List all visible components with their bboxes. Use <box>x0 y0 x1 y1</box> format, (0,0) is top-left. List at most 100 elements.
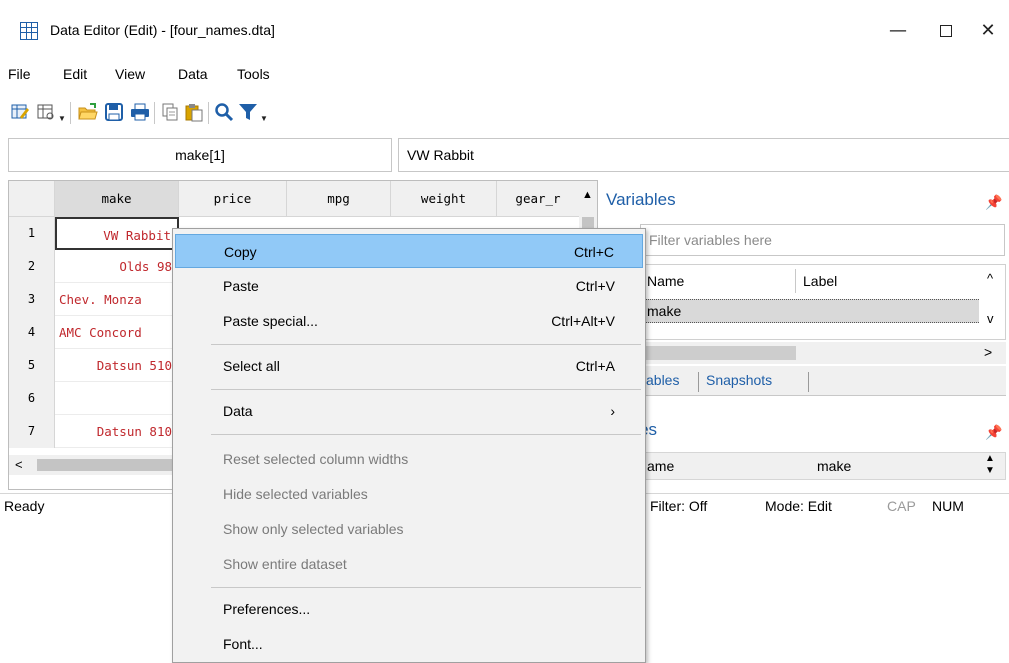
spin-icon[interactable]: ▲ ▼ <box>985 453 995 477</box>
open-icon[interactable] <box>78 102 98 122</box>
row-number[interactable]: 1 <box>9 217 55 250</box>
menu-item-label: Show only selected variables <box>223 521 404 537</box>
property-row-name[interactable]: ame make ▲ ▼ <box>606 452 1006 480</box>
menu-item-shortcut: Ctrl+Alt+V <box>551 313 615 329</box>
scroll-up-icon[interactable]: ^ <box>987 271 993 286</box>
row-number[interactable]: 7 <box>9 415 55 448</box>
find-icon[interactable] <box>214 102 234 122</box>
column-header-gear-ratio[interactable]: gear_r <box>497 181 579 217</box>
edit-mode-icon[interactable] <box>10 102 30 122</box>
table-cell[interactable]: Datsun 510 <box>55 349 179 382</box>
tab-variables[interactable]: ables <box>646 372 679 388</box>
tab-divider <box>808 372 809 392</box>
menu-item-select-all[interactable]: Select all Ctrl+A <box>175 349 643 383</box>
context-menu: Copy Ctrl+C Paste Ctrl+V Paste special..… <box>172 228 646 663</box>
column-header-mpg[interactable]: mpg <box>287 181 391 217</box>
corner-cell[interactable] <box>9 181 55 217</box>
menu-item-label: Show entire dataset <box>223 556 347 572</box>
row-number[interactable]: 5 <box>9 349 55 382</box>
menu-item-hide-selected-variables: Hide selected variables <box>175 477 643 511</box>
menu-edit[interactable]: Edit <box>63 66 87 82</box>
table-cell[interactable]: VW Rabbit <box>55 217 179 250</box>
save-icon[interactable] <box>104 102 124 122</box>
scroll-thumb[interactable] <box>646 346 796 360</box>
menu-separator <box>211 434 641 435</box>
menu-item-label: Font... <box>223 636 263 652</box>
pin-icon[interactable]: 📌 <box>985 424 1002 441</box>
row-number[interactable]: 6 <box>9 382 55 415</box>
column-header-price[interactable]: price <box>179 181 287 217</box>
chevron-down-icon[interactable]: ▼ <box>58 114 66 123</box>
menu-item-label: Reset selected column widths <box>223 451 409 467</box>
copy-icon[interactable] <box>160 102 180 122</box>
browse-mode-icon[interactable] <box>36 102 56 122</box>
menu-item-shortcut: Ctrl+C <box>573 244 614 260</box>
filter-icon[interactable] <box>238 102 258 122</box>
column-header-label[interactable]: Label <box>803 273 837 289</box>
menu-item-label: Paste <box>223 278 259 294</box>
table-cell[interactable]: Chev. Monza <box>55 283 179 316</box>
variable-row[interactable]: make <box>607 299 979 323</box>
menu-item-copy[interactable]: Copy Ctrl+C <box>175 234 643 268</box>
menu-item-reset-column-widths: Reset selected column widths <box>175 442 643 476</box>
status-ready: Ready <box>4 498 45 514</box>
scroll-right-icon[interactable]: > <box>984 344 992 360</box>
column-divider[interactable] <box>795 269 796 293</box>
menu-item-paste[interactable]: Paste Ctrl+V <box>175 269 643 303</box>
column-header-weight[interactable]: weight <box>391 181 497 217</box>
menu-item-label: Paste special... <box>223 313 318 329</box>
chevron-down-icon[interactable]: ▼ <box>260 114 268 123</box>
table-cell[interactable]: Datsun 810 <box>55 415 179 448</box>
menu-tools[interactable]: Tools <box>237 66 270 82</box>
cell-value-input[interactable]: VW Rabbit <box>398 138 1009 172</box>
menu-item-shortcut: Ctrl+A <box>575 358 615 374</box>
scroll-up-icon[interactable]: ▲ <box>582 189 593 201</box>
grid-header: make price mpg weight gear_r <box>9 181 597 217</box>
column-header-make[interactable]: make <box>55 181 179 217</box>
row-number[interactable]: 3 <box>9 283 55 316</box>
menu-item-paste-special[interactable]: Paste special... Ctrl+Alt+V <box>175 304 643 338</box>
print-icon[interactable] <box>130 102 150 122</box>
status-cap: CAP <box>887 498 916 514</box>
pin-icon[interactable]: 📌 <box>985 194 1002 211</box>
close-button[interactable]: ✕ <box>970 16 1006 46</box>
scroll-down-icon[interactable]: v <box>987 311 994 326</box>
menu-item-label: Select all <box>223 358 280 374</box>
column-header-name[interactable]: Name <box>647 273 684 289</box>
minimize-button[interactable]: — <box>880 16 916 46</box>
menu-item-label: Data <box>223 403 253 419</box>
variables-panel-title: Variables <box>606 190 676 209</box>
status-filter: Filter: Off <box>650 498 708 514</box>
data-editor-icon <box>20 22 38 40</box>
filter-variables-input[interactable]: Filter variables here <box>640 224 1005 256</box>
menu-view[interactable]: View <box>115 66 145 82</box>
menu-file[interactable]: File <box>8 66 31 82</box>
menu-item-font[interactable]: Font... <box>175 627 643 661</box>
paste-icon[interactable] <box>184 102 204 122</box>
row-number[interactable]: 2 <box>9 250 55 283</box>
toolbar-separator <box>70 102 71 124</box>
scroll-thumb[interactable] <box>37 459 177 471</box>
menu-item-show-only-selected: Show only selected variables <box>175 512 643 546</box>
toolbar: ▼ ▼ <box>8 98 408 126</box>
tab-snapshots[interactable]: Snapshots <box>706 372 772 388</box>
menu-data[interactable]: Data <box>178 66 208 82</box>
scroll-left-icon[interactable]: < <box>15 457 23 472</box>
table-cell[interactable]: Olds 98 <box>55 250 179 283</box>
menu-separator <box>211 587 641 588</box>
row-number[interactable]: 4 <box>9 316 55 349</box>
variables-horizontal-scrollbar[interactable]: > <box>606 342 1006 364</box>
table-cell[interactable] <box>55 382 179 415</box>
toolbar-separator <box>208 102 209 124</box>
toolbar-separator <box>154 102 155 124</box>
menu-item-show-entire-dataset: Show entire dataset <box>175 547 643 581</box>
menu-item-label: Copy <box>224 244 257 260</box>
menu-separator <box>211 344 641 345</box>
menu-item-data[interactable]: Data › <box>175 394 643 428</box>
property-value[interactable]: make <box>817 458 851 474</box>
property-label: ame <box>647 458 675 474</box>
menu-item-label: Preferences... <box>223 601 311 617</box>
menu-item-preferences[interactable]: Preferences... <box>175 592 643 626</box>
table-cell[interactable]: AMC Concord <box>55 316 179 349</box>
maximize-button[interactable] <box>928 16 964 46</box>
